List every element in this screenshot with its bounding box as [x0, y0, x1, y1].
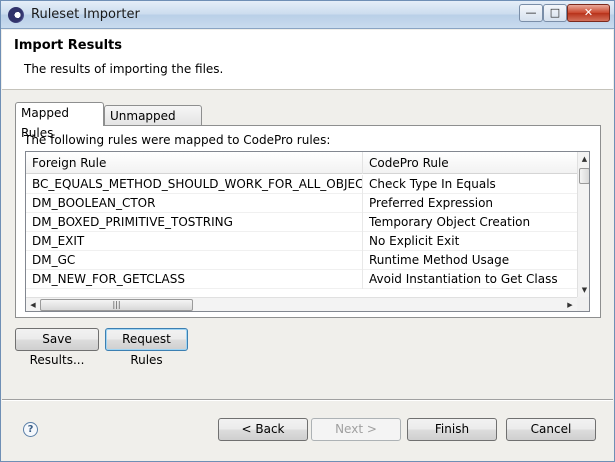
scroll-right-arrow-icon[interactable]: ▶	[563, 298, 577, 311]
table-header: Foreign Rule CodePro Rule	[26, 152, 577, 174]
horizontal-scroll-thumb[interactable]: |||	[40, 299, 193, 311]
finish-button[interactable]: Finish	[407, 418, 497, 441]
scroll-up-arrow-icon[interactable]: ▲	[578, 152, 589, 166]
save-results-button[interactable]: Save Results...	[15, 328, 99, 367]
cancel-button[interactable]: Cancel	[506, 418, 596, 441]
ruleset-importer-dialog: Ruleset Importer — □ ✕ Import Results Th…	[0, 0, 615, 462]
codepro-rule-cell: Runtime Method Usage	[369, 253, 510, 267]
scroll-down-arrow-icon[interactable]: ▼	[578, 283, 589, 297]
foreign-rule-cell: DM_NEW_FOR_GETCLASS	[26, 270, 363, 289]
foreign-rule-cell: BC_EQUALS_METHOD_SHOULD_WORK_FOR_ALL_OBJ…	[26, 175, 363, 194]
tab-mapped-rules[interactable]: Mapped Rules	[15, 102, 104, 140]
help-icon[interactable]: ?	[23, 422, 38, 437]
page-title: Import Results	[14, 38, 122, 53]
title-bar[interactable]: Ruleset Importer — □ ✕	[1, 1, 614, 29]
back-button[interactable]: < Back	[218, 418, 308, 441]
next-button[interactable]: Next >	[311, 418, 401, 441]
table-row[interactable]: DM_BOOLEAN_CTOR Preferred Expression	[26, 194, 577, 213]
codepro-rule-cell: Check Type In Equals	[369, 177, 496, 191]
mapped-rules-intro: The following rules were mapped to CodeP…	[24, 133, 331, 147]
scrollbar-corner	[577, 297, 589, 311]
codepro-rule-cell: No Explicit Exit	[369, 234, 460, 248]
foreign-rule-cell: DM_EXIT	[26, 232, 363, 251]
vertical-scrollbar[interactable]: ▲ ▼	[577, 152, 589, 297]
window-title: Ruleset Importer	[31, 7, 140, 22]
minimize-button[interactable]: —	[519, 4, 543, 22]
table-row[interactable]: DM_GC Runtime Method Usage	[26, 251, 577, 270]
codepro-rule-cell: Avoid Instantiation to Get Class	[369, 272, 558, 286]
mapped-rules-panel: The following rules were mapped to CodeP…	[15, 125, 601, 318]
column-header-codepro-rule[interactable]: CodePro Rule	[363, 152, 577, 174]
footer-separator	[2, 399, 613, 401]
close-button[interactable]: ✕	[567, 4, 610, 22]
foreign-rule-cell: DM_GC	[26, 251, 363, 270]
tab-unmapped-rules[interactable]: Unmapped Rules	[104, 105, 202, 143]
maximize-button[interactable]: □	[543, 4, 567, 22]
codepro-rule-cell: Preferred Expression	[369, 196, 494, 210]
table-row[interactable]: DM_BOXED_PRIMITIVE_TOSTRING Temporary Ob…	[26, 213, 577, 232]
mapped-rules-table: Foreign Rule CodePro Rule BC_EQUALS_METH…	[25, 151, 590, 312]
codepro-rule-cell: Temporary Object Creation	[369, 215, 531, 229]
foreign-rule-cell: DM_BOXED_PRIMITIVE_TOSTRING	[26, 213, 363, 232]
table-row[interactable]: BC_EQUALS_METHOD_SHOULD_WORK_FOR_ALL_OBJ…	[26, 175, 577, 194]
horizontal-scrollbar[interactable]: ◀ ||| ▶	[26, 297, 577, 311]
foreign-rule-cell: DM_BOOLEAN_CTOR	[26, 194, 363, 213]
column-header-foreign-rule[interactable]: Foreign Rule	[26, 152, 363, 174]
request-rules-button[interactable]: Request Rules	[105, 328, 188, 367]
eclipse-app-icon	[8, 7, 24, 23]
scroll-left-arrow-icon[interactable]: ◀	[26, 298, 40, 311]
table-row[interactable]: DM_EXIT No Explicit Exit	[26, 232, 577, 251]
table-row[interactable]: DM_NEW_FOR_GETCLASS Avoid Instantiation …	[26, 270, 577, 289]
vertical-scroll-thumb[interactable]	[579, 168, 589, 184]
wizard-header: Import Results The results of importing …	[2, 30, 613, 90]
page-description: The results of importing the files.	[24, 62, 224, 76]
